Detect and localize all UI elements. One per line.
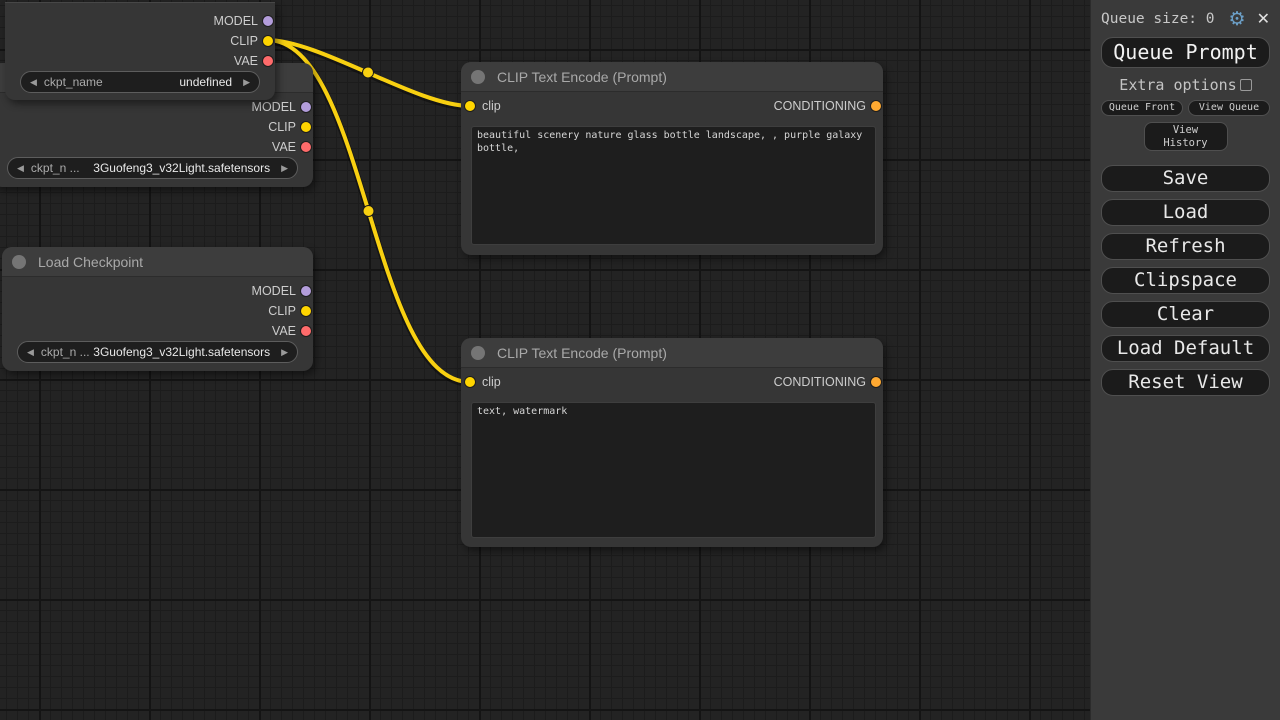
load-button[interactable]: Load: [1101, 199, 1270, 226]
slot-label: clip: [482, 375, 501, 389]
node-title-bar[interactable]: CLIP Text Encode (Prompt): [461, 338, 883, 368]
save-button[interactable]: Save: [1101, 165, 1270, 192]
widget-right-arrow-icon[interactable]: ▶: [243, 77, 250, 88]
view-history-button[interactable]: ViewHistory: [1144, 122, 1228, 151]
ckpt-name-widget[interactable]: ◀ ckpt_n ... 3Guofeng3_v32Light.safetens…: [7, 157, 298, 179]
slot-label: clip: [482, 99, 501, 113]
conditioning-slot-dot[interactable]: [871, 377, 881, 387]
slot-label: CONDITIONING: [774, 375, 866, 389]
clipspace-button[interactable]: Clipspace: [1101, 267, 1270, 294]
node-title-bar[interactable]: Load Checkpoint: [2, 247, 313, 277]
input-slot-clip: clip: [461, 96, 501, 116]
gear-icon[interactable]: ⚙: [1229, 10, 1246, 28]
output-slot-model: MODEL: [0, 97, 313, 117]
vae-slot-dot[interactable]: [301, 326, 311, 336]
widget-value: 3Guofeng3_v32Light.safetensors: [93, 345, 270, 359]
node-graph-canvas[interactable]: MODEL CLIP VAE ◀ ckpt_name undefined ▶ L…: [0, 0, 1090, 720]
slot-label: CONDITIONING: [774, 99, 866, 113]
clip-slot-dot[interactable]: [263, 36, 273, 46]
widget-label: ckpt_n ...: [31, 161, 80, 175]
clip-text-encode-node-positive[interactable]: CLIP Text Encode (Prompt) clip CONDITION…: [461, 62, 883, 255]
slot-label: CLIP: [268, 304, 296, 318]
refresh-button[interactable]: Refresh: [1101, 233, 1270, 260]
widget-left-arrow-icon[interactable]: ◀: [30, 77, 37, 88]
output-slot-conditioning: CONDITIONING: [774, 372, 883, 392]
queue-size-label: Queue size: 0: [1101, 11, 1215, 27]
slot-label: CLIP: [268, 120, 296, 134]
input-slot-clip: clip: [461, 372, 501, 392]
widget-right-arrow-icon[interactable]: ▶: [281, 163, 288, 174]
widget-label: ckpt_n ...: [41, 345, 90, 359]
model-slot-dot[interactable]: [301, 102, 311, 112]
clip-slot-dot[interactable]: [301, 122, 311, 132]
widget-right-arrow-icon[interactable]: ▶: [281, 347, 288, 358]
widget-left-arrow-icon[interactable]: ◀: [27, 347, 34, 358]
clear-button[interactable]: Clear: [1101, 301, 1270, 328]
node-title: CLIP Text Encode (Prompt): [497, 69, 667, 85]
slot-label: CLIP: [230, 34, 258, 48]
node-title: Load Checkpoint: [38, 254, 143, 270]
output-slot-vae: VAE: [2, 321, 313, 341]
vae-slot-dot[interactable]: [263, 56, 273, 66]
node-title: CLIP Text Encode (Prompt): [497, 345, 667, 361]
view-queue-button[interactable]: View Queue: [1188, 100, 1270, 116]
node-title-bar[interactable]: CLIP Text Encode (Prompt): [461, 62, 883, 92]
slot-label: VAE: [234, 54, 258, 68]
load-default-button[interactable]: Load Default: [1101, 335, 1270, 362]
ckpt-name-widget[interactable]: ◀ ckpt_n ... 3Guofeng3_v32Light.safetens…: [17, 341, 298, 363]
load-checkpoint-node[interactable]: Load Checkpoint MODEL CLIP VAE ◀ ckpt_n …: [2, 247, 313, 371]
output-slot-clip: CLIP: [5, 31, 275, 51]
node-collapse-dot[interactable]: [12, 255, 26, 269]
output-slot-clip: CLIP: [0, 117, 313, 137]
vae-slot-dot[interactable]: [301, 142, 311, 152]
widget-label: ckpt_name: [44, 75, 103, 89]
widget-value: 3Guofeng3_v32Light.safetensors: [93, 161, 270, 175]
slot-label: MODEL: [252, 284, 296, 298]
output-slot-vae: VAE: [0, 137, 313, 157]
node-collapse-dot[interactable]: [471, 346, 485, 360]
slot-label: MODEL: [214, 14, 258, 28]
slot-label: VAE: [272, 324, 296, 338]
widget-left-arrow-icon[interactable]: ◀: [17, 163, 24, 174]
clip-slot-dot[interactable]: [301, 306, 311, 316]
output-slot-vae: VAE: [5, 51, 275, 71]
clip-text-encode-node-negative[interactable]: CLIP Text Encode (Prompt) clip CONDITION…: [461, 338, 883, 547]
output-slot-conditioning: CONDITIONING: [774, 96, 883, 116]
clip-input-dot[interactable]: [465, 101, 475, 111]
prompt-textarea[interactable]: beautiful scenery nature glass bottle la…: [471, 126, 876, 245]
model-slot-dot[interactable]: [301, 286, 311, 296]
ckpt-name-widget[interactable]: ◀ ckpt_name undefined ▶: [20, 71, 260, 93]
slot-label: VAE: [272, 140, 296, 154]
output-slot-clip: CLIP: [2, 301, 313, 321]
conditioning-slot-dot[interactable]: [871, 101, 881, 111]
queue-front-button[interactable]: Queue Front: [1101, 100, 1183, 116]
extra-options-label: Extra options: [1119, 76, 1236, 94]
comfy-menu: Queue size: 0 ⚙ ✕ Queue Prompt Extra opt…: [1090, 0, 1280, 720]
queue-prompt-button[interactable]: Queue Prompt: [1101, 37, 1270, 68]
widget-value: undefined: [179, 75, 232, 89]
model-slot-dot[interactable]: [263, 16, 273, 26]
prompt-textarea[interactable]: text, watermark: [471, 402, 876, 538]
load-checkpoint-node-partial[interactable]: MODEL CLIP VAE ◀ ckpt_name undefined ▶: [5, 2, 275, 100]
close-icon[interactable]: ✕: [1257, 10, 1270, 28]
extra-options-checkbox[interactable]: [1240, 79, 1252, 91]
output-slot-model: MODEL: [2, 281, 313, 301]
output-slot-model: MODEL: [5, 11, 275, 31]
reset-view-button[interactable]: Reset View: [1101, 369, 1270, 396]
node-collapse-dot[interactable]: [471, 70, 485, 84]
slot-label: MODEL: [252, 100, 296, 114]
clip-input-dot[interactable]: [465, 377, 475, 387]
